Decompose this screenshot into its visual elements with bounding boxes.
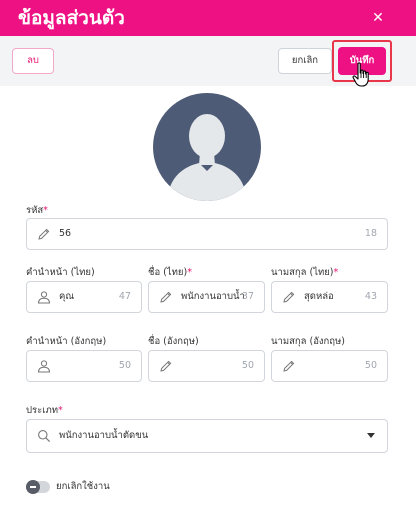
code-field[interactable]: 56 18 (26, 218, 388, 250)
lastname-th-label: นามสกุล (ไทย)* (271, 267, 339, 278)
hand-cursor-icon (352, 62, 369, 87)
inactive-toggle-label: ยกเลิกใช้งาน (56, 481, 110, 492)
user-icon (37, 291, 51, 304)
chevron-down-icon[interactable] (367, 433, 375, 438)
pencil-icon (160, 360, 172, 372)
inactive-toggle[interactable] (26, 480, 50, 494)
firstname-en-label: ชื่อ (อังกฤษ) (148, 336, 199, 347)
type-select[interactable]: พนักงานอาบน้ำตัดขน (26, 419, 388, 453)
lastname-en-field[interactable]: 50 (271, 350, 388, 382)
prefix-th-counter: 47 (118, 291, 131, 302)
type-label: ประเภท* (26, 405, 63, 416)
pencil-icon (283, 291, 295, 303)
prefix-en-label: คำนำหน้า (อังกฤษ) (26, 336, 107, 347)
prefix-th-label: คำนำหน้า (ไทย) (26, 267, 95, 278)
firstname-en-counter: 50 (241, 360, 254, 371)
prefix-th-field[interactable]: คุณ 47 (26, 281, 142, 313)
code-counter: 18 (364, 228, 377, 239)
modal-title: ข้อมูลส่วนตัว (18, 7, 125, 29)
lastname-th-counter: 43 (364, 291, 377, 302)
user-silhouette-icon (167, 114, 247, 201)
pencil-icon (283, 360, 295, 372)
prefix-th-value: คุณ (59, 291, 75, 302)
toggle-knob (26, 480, 40, 494)
user-icon (37, 360, 51, 373)
firstname-th-counter: 37 (241, 291, 254, 302)
lastname-th-value: สุดหล่อ (304, 291, 334, 302)
lastname-th-field[interactable]: สุดหล่อ 43 (271, 281, 388, 313)
cancel-button[interactable]: ยกเลิก (278, 48, 332, 74)
firstname-en-field[interactable]: 50 (148, 350, 265, 382)
firstname-th-field[interactable]: พนักงานอาบน้ำ 37 (148, 281, 265, 313)
modal-header: ข้อมูลส่วนตัว ✕ (0, 0, 416, 36)
pencil-icon (38, 228, 50, 240)
prefix-en-counter: 50 (118, 360, 131, 371)
lastname-en-counter: 50 (364, 360, 377, 371)
firstname-th-value: พนักงานอาบน้ำ (181, 291, 245, 302)
delete-button[interactable]: ลบ (12, 48, 54, 74)
code-label: รหัส* (26, 205, 48, 216)
pencil-icon (160, 291, 172, 303)
firstname-th-label: ชื่อ (ไทย)* (148, 267, 192, 278)
search-icon (38, 430, 51, 443)
close-icon[interactable]: ✕ (366, 6, 390, 30)
lastname-en-label: นามสกุล (อังกฤษ) (271, 336, 346, 347)
code-value: 56 (59, 228, 72, 239)
avatar[interactable] (153, 93, 261, 201)
prefix-en-field[interactable]: 50 (26, 350, 142, 382)
type-value: พนักงานอาบน้ำตัดขน (59, 430, 149, 441)
